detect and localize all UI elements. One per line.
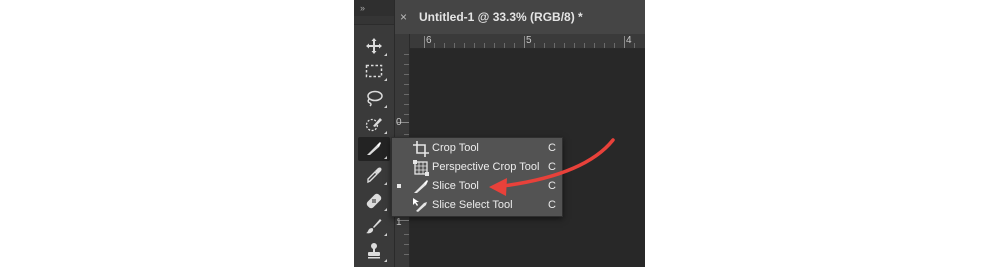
menu-item-label: Crop Tool — [432, 142, 479, 154]
brush-tool-button[interactable] — [358, 214, 390, 238]
marquee-tool-button[interactable] — [358, 59, 390, 83]
document-tab-bar: × Untitled-1 @ 33.3% (RGB/8) * — [395, 0, 645, 34]
menu-item-perspective-crop-tool[interactable]: Perspective Crop Tool C — [392, 158, 562, 177]
lasso-tool-button[interactable] — [358, 86, 390, 110]
quick-selection-tool-button[interactable] — [358, 112, 390, 136]
menu-item-label: Slice Select Tool — [432, 199, 513, 211]
close-tab-icon[interactable]: × — [400, 10, 407, 24]
menu-item-shortcut: C — [548, 142, 556, 154]
panel-drag-strip[interactable] — [354, 16, 394, 25]
slice-tool-button[interactable] — [358, 137, 390, 161]
menu-item-crop-tool[interactable]: Crop Tool C — [392, 139, 562, 158]
horizontal-ruler[interactable]: 6 5 4 — [410, 34, 645, 49]
stamp-icon — [368, 243, 380, 259]
ruler-origin[interactable] — [395, 34, 410, 49]
menu-item-shortcut: C — [548, 199, 556, 211]
slice-knife-icon — [367, 142, 381, 155]
document-tab[interactable]: × Untitled-1 @ 33.3% (RGB/8) * — [395, 0, 645, 34]
menu-item-label: Slice Tool — [432, 180, 479, 192]
slice-select-icon — [413, 198, 427, 212]
ruler-label: 5 — [526, 35, 532, 46]
ruler-label: 6 — [426, 35, 432, 46]
menu-item-shortcut: C — [548, 161, 556, 173]
quick-selection-icon — [365, 118, 382, 132]
marquee-icon — [365, 64, 383, 78]
tool-flyout-menu: Crop Tool C Perspective Crop Tool C Slic… — [391, 137, 563, 217]
brush-icon — [366, 219, 382, 234]
clone-stamp-tool-button[interactable] — [358, 240, 390, 264]
eyedropper-tool-button[interactable] — [358, 163, 390, 187]
menu-item-slice-tool[interactable]: Slice Tool C — [392, 177, 562, 196]
document-title: Untitled-1 @ 33.3% (RGB/8) * — [419, 10, 583, 24]
menu-item-slice-select-tool[interactable]: Slice Select Tool C — [392, 196, 562, 215]
eyedropper-icon — [367, 167, 382, 184]
perspective-crop-icon — [413, 160, 429, 176]
slice-icon — [414, 180, 428, 193]
tools-panel: ›› — [354, 0, 395, 267]
photoshop-window: ›› × Untitled-1 @ 33.3% (RGB/8) * 6 5 4 … — [354, 0, 645, 267]
selected-indicator — [397, 184, 401, 188]
panel-collapse-grip[interactable]: ›› — [354, 0, 394, 16]
ruler-label: 4 — [626, 35, 632, 46]
move-tool-button[interactable] — [358, 34, 390, 58]
ruler-label: 0 — [396, 117, 402, 128]
healing-brush-tool-button[interactable] — [358, 189, 390, 213]
bandage-icon — [366, 193, 382, 209]
lasso-icon — [367, 90, 383, 107]
ruler-label: 1 — [396, 217, 402, 228]
menu-item-shortcut: C — [548, 180, 556, 192]
crop-icon — [413, 141, 429, 157]
menu-item-label: Perspective Crop Tool — [432, 161, 540, 173]
move-icon — [366, 38, 382, 54]
